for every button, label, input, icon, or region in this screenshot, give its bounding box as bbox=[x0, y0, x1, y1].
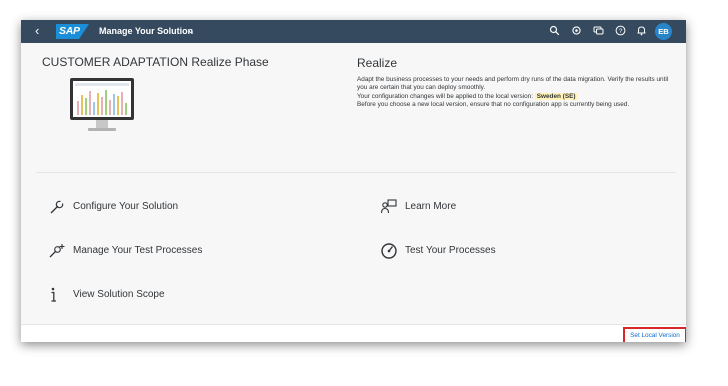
settings-icon[interactable] bbox=[570, 25, 583, 38]
monitor-base bbox=[88, 128, 116, 131]
wrench-add-icon bbox=[48, 242, 66, 260]
set-local-version-button[interactable]: Set Local Version bbox=[623, 327, 686, 342]
info-icon bbox=[48, 286, 66, 304]
gauge-icon bbox=[380, 242, 398, 260]
help-icon[interactable]: ? bbox=[614, 25, 627, 38]
local-version-value: Sweden (SE) bbox=[534, 92, 578, 100]
tile-label: Test Your Processes bbox=[405, 245, 496, 256]
dashboard-thumbnail bbox=[73, 81, 131, 117]
local-version-prefix: Your configuration changes will be appli… bbox=[357, 92, 533, 100]
notes-icon[interactable] bbox=[592, 25, 605, 38]
monitor-illustration bbox=[70, 78, 134, 134]
notifications-icon[interactable] bbox=[635, 25, 648, 38]
description-paragraph-2: Your configuration changes will be appli… bbox=[357, 92, 669, 101]
wrench-icon bbox=[48, 198, 66, 216]
monitor-screen bbox=[70, 78, 134, 120]
chevron-down-icon[interactable]: ⌄ bbox=[187, 24, 195, 37]
tile-label: Configure Your Solution bbox=[73, 201, 179, 212]
logo-text: SAP bbox=[59, 25, 80, 37]
user-avatar[interactable]: EB bbox=[655, 23, 672, 40]
app-window: ‹ SAP Manage Your Solution ⌄ ? EB CUSTOM… bbox=[21, 20, 686, 342]
back-icon[interactable]: ‹ bbox=[35, 23, 39, 39]
description-paragraph-3: Before you choose a new local version, e… bbox=[357, 101, 630, 109]
sap-logo[interactable]: SAP bbox=[56, 24, 89, 39]
realize-title: Realize bbox=[357, 56, 398, 70]
search-icon[interactable] bbox=[548, 25, 561, 38]
tile-label: Learn More bbox=[405, 201, 457, 212]
description-paragraph-1: Adapt the business processes to your nee… bbox=[357, 76, 669, 92]
section-divider bbox=[36, 172, 676, 173]
realize-description: Adapt the business processes to your nee… bbox=[357, 76, 669, 110]
tile-label: View Solution Scope bbox=[73, 289, 165, 300]
app-title[interactable]: Manage Your Solution bbox=[99, 25, 193, 38]
tile-label: Manage Your Test Processes bbox=[73, 245, 203, 256]
footer-bar bbox=[21, 324, 686, 342]
svg-text:?: ? bbox=[619, 28, 623, 35]
phase-title: CUSTOMER ADAPTATION Realize Phase bbox=[42, 55, 269, 69]
monitor-stand bbox=[96, 120, 108, 128]
shell-bar: ‹ SAP Manage Your Solution ⌄ ? EB bbox=[21, 20, 686, 43]
learning-icon bbox=[380, 198, 398, 216]
